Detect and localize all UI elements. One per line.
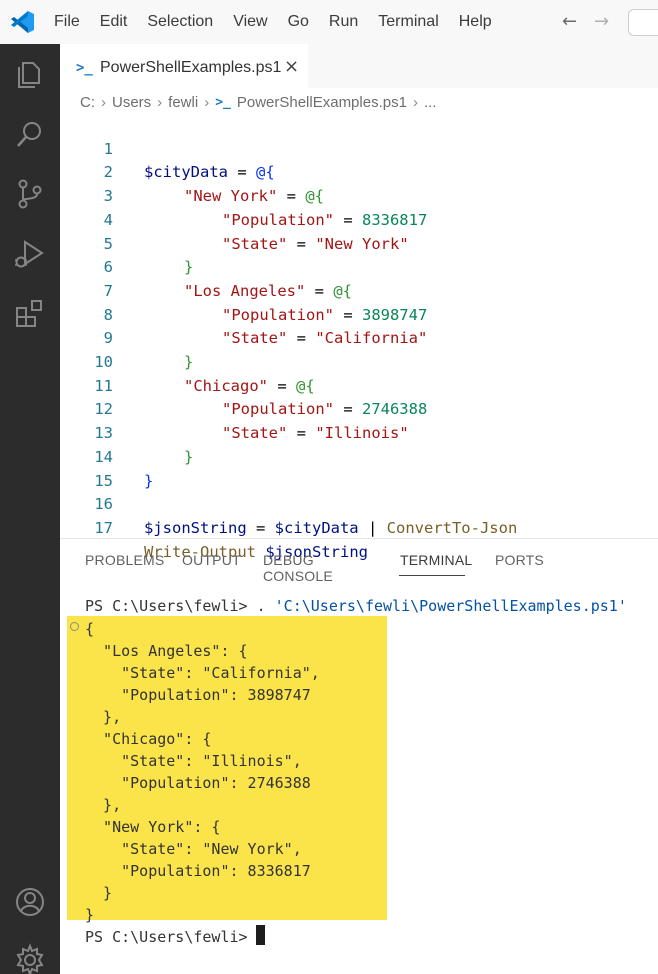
terminal-output-line: } <box>85 906 95 924</box>
code-line: 6 "Los Angeles" = @{ <box>60 233 658 300</box>
tab-powershell-examples[interactable]: >_ PowerShellExamples.ps1 × <box>60 44 308 88</box>
menu-go[interactable]: Go <box>278 13 319 31</box>
code-line: 5 } <box>60 209 658 277</box>
menu-edit[interactable]: Edit <box>90 13 138 31</box>
terminal-output-line: }, <box>85 708 122 726</box>
terminal-output-line: "Population": 3898747 <box>85 686 311 704</box>
terminal-output-line: "State": "Illinois", <box>85 752 302 770</box>
menu-view[interactable]: View <box>223 13 277 31</box>
breadcrumb-file[interactable]: PowerShellExamples.ps1 <box>237 94 407 111</box>
terminal-command-line: PS C:\Users\fewli> . 'C:\Users\fewli\Pow… <box>85 597 627 615</box>
code-line: 1 $cityData = @{ <box>60 114 658 182</box>
code-line: 7 "Population" = 3898747 <box>60 256 658 324</box>
breadcrumb-drive[interactable]: C: <box>80 94 95 111</box>
editor-tab-bar: >_ PowerShellExamples.ps1 × <box>60 44 658 88</box>
breadcrumb-fewli[interactable]: fewli <box>168 94 198 111</box>
close-icon[interactable]: × <box>284 56 299 77</box>
tab-debug-console[interactable]: DEBUG CONSOLE <box>263 552 333 584</box>
breadcrumb-more[interactable]: ... <box>424 94 437 111</box>
code-line: 9 } <box>60 304 658 371</box>
menu-terminal[interactable]: Terminal <box>368 13 448 31</box>
menu-file[interactable]: File <box>44 13 90 31</box>
menu-help[interactable]: Help <box>449 13 502 31</box>
terminal-output-line: "Population": 8336817 <box>85 862 311 880</box>
account-icon[interactable] <box>12 884 48 920</box>
title-bar: File Edit Selection View Go Run Terminal… <box>0 0 658 44</box>
terminal-output-line: }, <box>85 796 122 814</box>
code-line: 14 } <box>60 422 658 490</box>
panel-divider <box>60 538 658 539</box>
code-line: 8 "State" = "California" <box>60 280 658 348</box>
settings-gear-icon[interactable] <box>12 942 48 974</box>
terminal-output-line: "State": "California", <box>85 664 320 682</box>
code-line: 13 } <box>60 398 658 466</box>
code-line: 3 "Population" = 8336817 <box>60 161 658 229</box>
run-debug-icon[interactable] <box>12 236 48 272</box>
terminal-output-line: "New York": { <box>85 818 221 836</box>
breadcrumb-users[interactable]: Users <box>112 94 151 111</box>
chevron-right-icon: › <box>412 93 418 111</box>
chevron-right-icon: › <box>204 93 210 111</box>
search-icon[interactable] <box>12 116 48 152</box>
code-text: Write-Output $jsonString <box>144 542 368 561</box>
terminal-cursor <box>256 925 265 945</box>
terminal-prompt[interactable]: PS C:\Users\fewli> <box>85 926 257 948</box>
active-tab-underline <box>399 575 465 576</box>
activity-bar <box>0 44 60 974</box>
tab-problems[interactable]: PROBLEMS <box>85 552 164 568</box>
command-decoration-icon[interactable] <box>70 622 79 631</box>
breadcrumb: C: › Users › fewli › >_ PowerShellExampl… <box>60 90 436 114</box>
terminal-output-line: "Population": 2746388 <box>85 774 311 792</box>
code-editor[interactable]: 1 $cityData = @{ 2 "New York" = @{ 3 "Po… <box>60 114 658 561</box>
code-line: 17 Write-Output $jsonString <box>60 493 658 561</box>
explorer-files-icon[interactable] <box>12 56 48 92</box>
tab-terminal[interactable]: TERMINAL <box>400 552 472 568</box>
code-line: 10 "Chicago" = @{ <box>60 327 658 395</box>
code-line: 11 "Population" = 2746388 <box>60 351 658 419</box>
powershell-file-icon: >_ <box>215 94 231 110</box>
code-line: 2 "New York" = @{ <box>60 138 658 205</box>
terminal-output-line: "Chicago": { <box>85 730 212 748</box>
forward-arrow-icon[interactable]: → <box>594 11 609 32</box>
chevron-right-icon: › <box>101 93 106 111</box>
code-line: 16 $jsonString = $cityData | ConvertTo-J… <box>60 470 658 537</box>
tab-output[interactable]: OUTPUT <box>182 552 241 568</box>
terminal-output-line: { <box>85 620 95 638</box>
powershell-file-icon: >_ <box>76 60 93 76</box>
command-center-box[interactable] <box>628 9 658 36</box>
code-line: 12 "State" = "Illinois" <box>60 375 658 442</box>
source-control-icon[interactable] <box>12 176 48 212</box>
terminal-output-line: "Los Angeles": { <box>85 642 248 660</box>
menu-selection[interactable]: Selection <box>137 13 223 31</box>
back-arrow-icon[interactable]: ← <box>562 11 577 32</box>
terminal-output-line: "State": "New York", <box>85 840 302 858</box>
code-line: 4 "State" = "New York" <box>60 185 658 253</box>
menu-run[interactable]: Run <box>319 13 368 31</box>
terminal-output-line: } <box>85 884 113 902</box>
menu-bar: File Edit Selection View Go Run Terminal… <box>44 0 502 44</box>
code-line: 15 <box>60 446 658 490</box>
vscode-logo-icon <box>11 11 34 33</box>
tab-label: PowerShellExamples.ps1 <box>100 59 282 76</box>
extensions-icon[interactable] <box>12 296 48 332</box>
chevron-right-icon: › <box>157 93 163 111</box>
tab-ports[interactable]: PORTS <box>495 552 544 568</box>
